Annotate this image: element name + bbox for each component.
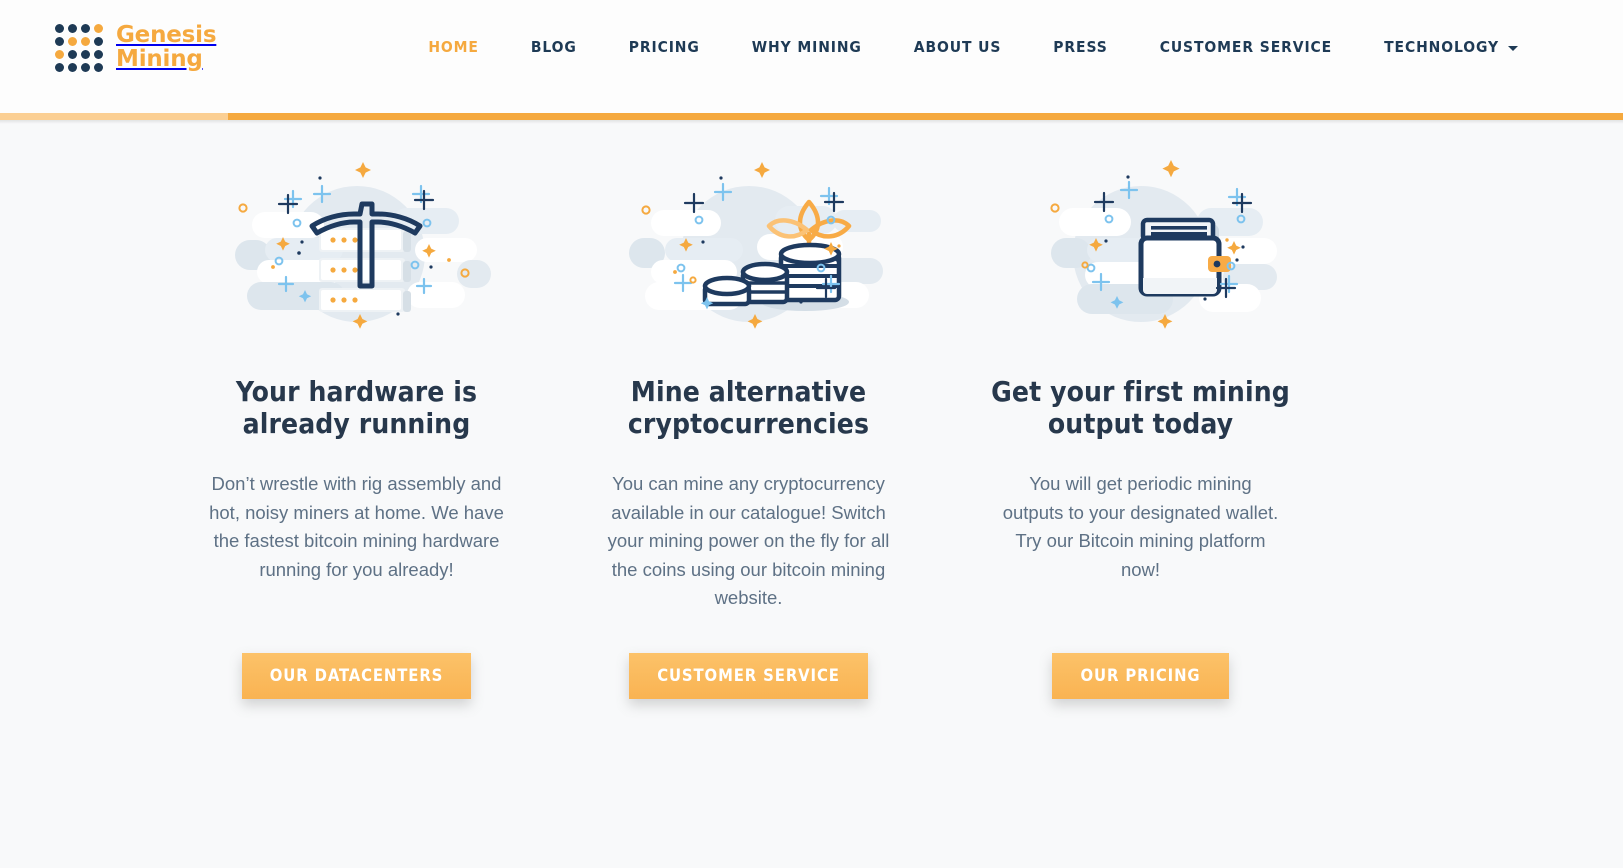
nav-label: ABOUT US xyxy=(913,38,1002,56)
nav-label: WHY MINING xyxy=(751,38,862,56)
bottom-spacer xyxy=(0,733,1623,793)
feature-card: Your hardware is already running Don’t w… xyxy=(161,142,552,733)
dot-grid-logo-icon xyxy=(55,24,103,72)
nav-item-technology[interactable]: TECHNOLOGY xyxy=(1358,38,1544,56)
card-body-text: You can mine any cryptocurrency availabl… xyxy=(607,473,890,608)
nav-item-blog[interactable]: BLOG xyxy=(505,38,603,56)
brand-name-line2: Mining xyxy=(116,46,203,72)
coin-stack-plant-illustration xyxy=(628,162,883,329)
main-navigation: HOME BLOG PRICING WHY MINING ABOUT US PR… xyxy=(402,38,1544,56)
chevron-down-icon xyxy=(1507,46,1518,51)
wallet-illustration xyxy=(1049,160,1277,329)
our-datacenters-button[interactable]: OUR DATACENTERS xyxy=(241,652,472,699)
card-cta-slot: OUR PRICING xyxy=(1052,613,1229,733)
nav-label: CUSTOMER SERVICE xyxy=(1159,38,1333,56)
card-body-text: Don’t wrestle with rig assembly and hot,… xyxy=(209,473,504,580)
card-title: Get your first mining output today xyxy=(991,375,1290,440)
feature-card: Mine alternative cryptocurrencies You ca… xyxy=(553,142,944,733)
nav-item-press[interactable]: PRESS xyxy=(1027,38,1133,56)
nav-item-pricing[interactable]: PRICING xyxy=(603,38,726,56)
nav-label: HOME xyxy=(428,38,479,56)
site-header: Genesis Mining HOME BLOG PRICING WHY MIN… xyxy=(0,0,1623,113)
customer-service-button[interactable]: CUSTOMER SERVICE xyxy=(629,652,868,699)
nav-item-why-mining[interactable]: WHY MINING xyxy=(726,38,888,56)
card-title: Mine alternative cryptocurrencies xyxy=(627,375,870,440)
card-cta-slot: CUSTOMER SERVICE xyxy=(629,613,868,733)
feature-card: Get your first mining output today You w… xyxy=(945,142,1336,733)
pickaxe-server-rack-illustration xyxy=(234,162,491,329)
feature-cards-row: Your hardware is already running Don’t w… xyxy=(0,124,1568,733)
nav-label: PRICING xyxy=(628,38,700,56)
brand-wordmark: Genesis Mining xyxy=(116,22,217,72)
nav-label: BLOG xyxy=(530,38,577,56)
brand-logo-link[interactable]: Genesis Mining xyxy=(55,22,217,72)
page-progress-bar xyxy=(0,113,1623,120)
card-cta-slot: OUR DATACENTERS xyxy=(241,613,472,733)
nav-item-home[interactable]: HOME xyxy=(402,38,505,56)
nav-label: PRESS xyxy=(1053,38,1108,56)
card-title: Your hardware is already running xyxy=(235,375,478,440)
page-progress-fill xyxy=(0,113,228,120)
nav-item-customer-service[interactable]: CUSTOMER SERVICE xyxy=(1134,38,1358,56)
our-pricing-button[interactable]: OUR PRICING xyxy=(1052,652,1229,699)
nav-item-about-us[interactable]: ABOUT US xyxy=(888,38,1028,56)
brand-name-line1: Genesis xyxy=(116,22,217,49)
card-body-text: You will get periodic mining outputs to … xyxy=(1002,473,1279,580)
nav-label: TECHNOLOGY xyxy=(1384,38,1499,56)
